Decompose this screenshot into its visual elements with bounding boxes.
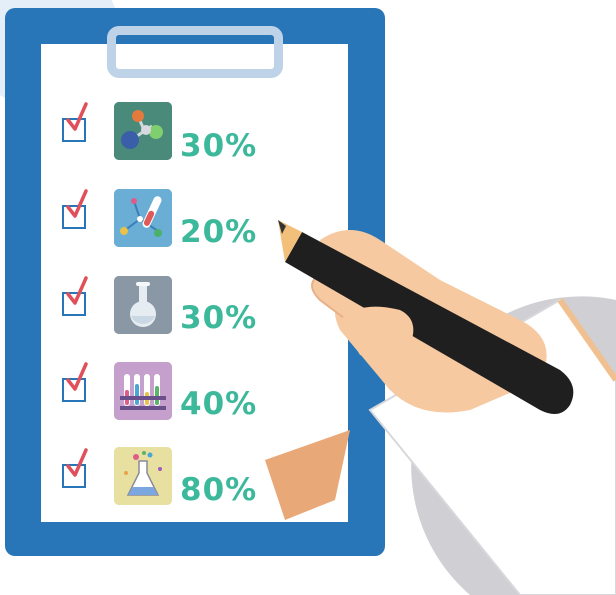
- checkmark-icon: [66, 189, 88, 218]
- checkmark-icon: [66, 362, 88, 391]
- test-tube-rack-icon: [114, 362, 172, 420]
- checkmark-icon: [66, 102, 88, 131]
- erlenmeyer-flask-icon: [114, 447, 172, 505]
- flask-icon: [114, 276, 172, 334]
- percentage-label: 80%: [180, 472, 258, 508]
- checkmark-icon: [66, 276, 88, 305]
- percentage-label: 30%: [180, 300, 258, 336]
- checkmark-icon: [66, 448, 88, 477]
- molecule-icon: [114, 102, 172, 160]
- test-tube-network-icon: [114, 189, 172, 247]
- percentage-label: 30%: [180, 128, 258, 164]
- percentage-label: 20%: [180, 214, 258, 250]
- percentage-label: 40%: [180, 386, 258, 422]
- clipboard-clip: [107, 26, 283, 78]
